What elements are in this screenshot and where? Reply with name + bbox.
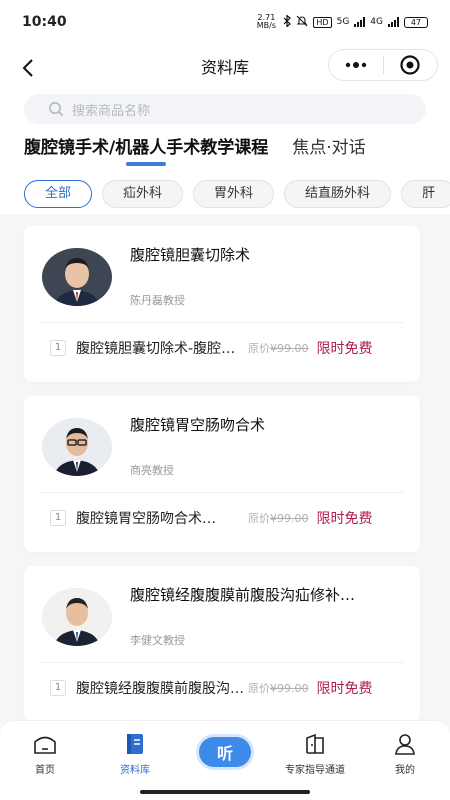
course-card[interactable]: 腹腔镜胆囊切除术 陈丹磊教授 1 腹腔镜胆囊切除术-腹腔镜胆囊切除术 原价¥99… bbox=[24, 226, 420, 382]
network-4g: 4G bbox=[370, 17, 383, 27]
filter-chip-hernia[interactable]: 疝外科 bbox=[102, 180, 184, 208]
chevron-left-icon bbox=[22, 59, 33, 77]
original-price: ¥99.00 bbox=[270, 682, 309, 695]
signal-icon-2 bbox=[388, 17, 399, 27]
bottom-tab-bar: 首页 资料库 听 专家指导通道 我的 bbox=[0, 720, 450, 800]
bluetooth-icon bbox=[283, 13, 292, 30]
filter-chip-gastric[interactable]: 胃外科 bbox=[193, 180, 275, 208]
course-card[interactable]: 腹腔镜经腹腹膜前腹股沟疝修补… 李健文教授 1 腹腔镜经腹腹膜前腹股沟疝修补术 … bbox=[24, 566, 420, 720]
original-price: ¥99.00 bbox=[270, 512, 309, 525]
network-5g: 5G bbox=[336, 17, 350, 27]
avatar bbox=[42, 248, 112, 306]
target-circle-icon bbox=[400, 55, 420, 75]
original-price-label: 原价¥99.00 bbox=[248, 510, 309, 526]
user-icon bbox=[394, 733, 416, 755]
course-list: 腹腔镜胆囊切除术 陈丹磊教授 1 腹腔镜胆囊切除术-腹腔镜胆囊切除术 原价¥99… bbox=[0, 214, 450, 720]
tab-surgery-course[interactable]: 腹腔镜手术/机器人手术教学课程 bbox=[24, 126, 268, 174]
price-prefix: 原价 bbox=[248, 682, 270, 695]
battery-icon: 47 bbox=[404, 16, 428, 28]
course-card[interactable]: 腹腔镜胃空肠吻合术 商亮教授 1 腹腔镜胃空肠吻合术… 原价¥99.00 限时免… bbox=[24, 396, 420, 552]
original-price-label: 原价¥99.00 bbox=[248, 340, 309, 356]
net-speed: 2.71 MB/s bbox=[256, 13, 277, 30]
home-icon bbox=[33, 733, 57, 755]
signal-icon bbox=[354, 17, 366, 27]
original-price-label: 原价¥99.00 bbox=[248, 680, 309, 696]
library-book-icon bbox=[125, 733, 145, 755]
course-teacher: 陈丹磊教授 bbox=[130, 294, 185, 307]
tabbar-mine-label: 我的 bbox=[395, 765, 415, 776]
avatar bbox=[42, 588, 112, 646]
avatar bbox=[42, 418, 112, 476]
category-tabs: 腹腔镜手术/机器人手术教学课程 焦点·对话 bbox=[0, 126, 450, 174]
lesson-row[interactable]: 1 腹腔镜胆囊切除术-腹腔镜胆囊切除术 原价¥99.00 限时免费 bbox=[50, 336, 404, 360]
back-button[interactable] bbox=[14, 54, 42, 82]
price-prefix: 原价 bbox=[248, 342, 270, 355]
lesson-row[interactable]: 1 腹腔镜经腹腹膜前腹股沟疝修补术 原价¥99.00 限时免费 bbox=[50, 676, 404, 700]
price-prefix: 原价 bbox=[248, 512, 270, 525]
home-indicator bbox=[140, 790, 310, 794]
filter-chips: 全部 疝外科 胃外科 结直肠外科 肝 bbox=[0, 174, 450, 214]
lesson-index: 1 bbox=[50, 510, 66, 526]
promo-badge: 限时免费 bbox=[316, 681, 373, 697]
lesson-name: 腹腔镜胆囊切除术-腹腔镜胆囊切除术 bbox=[76, 341, 246, 357]
tabbar-home-label: 首页 bbox=[35, 765, 55, 776]
listen-button[interactable]: 听 bbox=[199, 737, 251, 767]
search-area: 搜索商品名称 bbox=[0, 92, 450, 126]
tab-focus-dialogue[interactable]: 焦点·对话 bbox=[292, 126, 365, 174]
promo-badge: 限时免费 bbox=[316, 511, 373, 527]
mute-icon bbox=[296, 15, 308, 30]
lesson-row[interactable]: 1 腹腔镜胃空肠吻合术… 原价¥99.00 限时免费 bbox=[50, 506, 404, 530]
course-title: 腹腔镜胆囊切除术 bbox=[130, 246, 251, 264]
lesson-name: 腹腔镜经腹腹膜前腹股沟疝修补术 bbox=[76, 681, 246, 697]
search-input[interactable]: 搜索商品名称 bbox=[24, 94, 426, 124]
more-button[interactable] bbox=[329, 50, 383, 80]
tabbar-expert[interactable]: 专家指导通道 bbox=[270, 721, 360, 800]
tabbar-listen[interactable]: 听 bbox=[180, 721, 270, 800]
status-time: 10:40 bbox=[22, 14, 67, 30]
filter-chip-liver[interactable]: 肝 bbox=[401, 180, 450, 208]
tabbar-home[interactable]: 首页 bbox=[0, 721, 90, 800]
divider bbox=[40, 662, 404, 663]
search-placeholder: 搜索商品名称 bbox=[72, 103, 151, 119]
tabbar-mine[interactable]: 我的 bbox=[360, 721, 450, 800]
status-indicators: 2.71 MB/s HD 5G 4G 47 bbox=[254, 14, 428, 30]
search-icon bbox=[49, 102, 64, 117]
course-title: 腹腔镜胃空肠吻合术 bbox=[130, 416, 266, 434]
tabbar-library[interactable]: 资料库 bbox=[90, 721, 180, 800]
course-title: 腹腔镜经腹腹膜前腹股沟疝修补… bbox=[130, 586, 356, 604]
promo-badge: 限时免费 bbox=[316, 341, 373, 357]
more-dots-icon bbox=[345, 62, 366, 68]
nav-bar: 资料库 bbox=[0, 44, 450, 92]
filter-chip-colorectal[interactable]: 结直肠外科 bbox=[284, 180, 392, 208]
status-bar: 10:40 2.71 MB/s HD 5G 4G 47 bbox=[0, 0, 450, 44]
mini-program-capsule bbox=[328, 49, 438, 81]
tabbar-library-label: 资料库 bbox=[120, 765, 150, 776]
divider bbox=[40, 322, 404, 323]
tabbar-expert-label: 专家指导通道 bbox=[285, 765, 345, 776]
divider bbox=[40, 492, 404, 493]
course-teacher: 李健文教授 bbox=[130, 634, 185, 647]
close-miniprogram-button[interactable] bbox=[384, 50, 438, 80]
expert-door-icon bbox=[304, 733, 326, 755]
original-price: ¥99.00 bbox=[270, 342, 309, 355]
course-teacher: 商亮教授 bbox=[130, 464, 174, 477]
lesson-index: 1 bbox=[50, 340, 66, 356]
hd-badge: HD bbox=[313, 16, 332, 28]
lesson-index: 1 bbox=[50, 680, 66, 696]
lesson-name: 腹腔镜胃空肠吻合术… bbox=[76, 511, 216, 527]
filter-chip-all[interactable]: 全部 bbox=[24, 180, 93, 208]
